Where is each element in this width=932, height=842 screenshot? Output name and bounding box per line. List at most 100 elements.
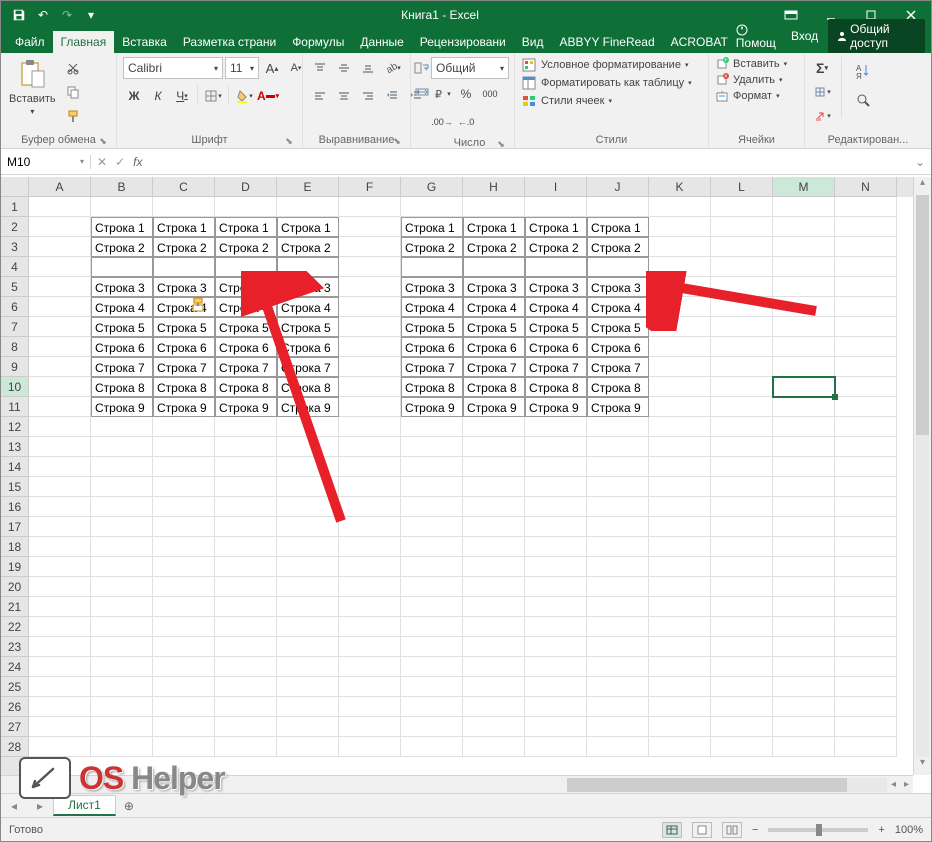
cell-M3[interactable] [773, 237, 835, 257]
cell-K19[interactable] [649, 557, 711, 577]
col-header-B[interactable]: B [91, 177, 153, 197]
cell-C12[interactable] [153, 417, 215, 437]
cell-D19[interactable] [215, 557, 277, 577]
cell-K21[interactable] [649, 597, 711, 617]
tab-formulas[interactable]: Формулы [284, 31, 352, 53]
row-header-27[interactable]: 27 [1, 717, 29, 737]
row-header-3[interactable]: 3 [1, 237, 29, 257]
cell-G20[interactable] [401, 577, 463, 597]
cell-L19[interactable] [711, 557, 773, 577]
cell-B2[interactable]: Строка 1 [91, 217, 153, 237]
cell-I17[interactable] [525, 517, 587, 537]
cell-N19[interactable] [835, 557, 897, 577]
cell-K22[interactable] [649, 617, 711, 637]
copy-icon[interactable] [62, 81, 84, 103]
clipboard-expand-icon[interactable]: ⬊ [98, 136, 108, 146]
cell-A10[interactable] [29, 377, 91, 397]
cell-F28[interactable] [339, 737, 401, 757]
cell-J14[interactable] [587, 457, 649, 477]
cell-N1[interactable] [835, 197, 897, 217]
cell-A27[interactable] [29, 717, 91, 737]
cell-L22[interactable] [711, 617, 773, 637]
cell-M12[interactable] [773, 417, 835, 437]
cell-H23[interactable] [463, 637, 525, 657]
cell-A24[interactable] [29, 657, 91, 677]
cell-K28[interactable] [649, 737, 711, 757]
cell-L20[interactable] [711, 577, 773, 597]
cell-C4[interactable] [153, 257, 215, 277]
cell-H17[interactable] [463, 517, 525, 537]
cell-G26[interactable] [401, 697, 463, 717]
cell-N21[interactable] [835, 597, 897, 617]
cell-B6[interactable]: Строка 4 [91, 297, 153, 317]
cell-J22[interactable] [587, 617, 649, 637]
cell-K25[interactable] [649, 677, 711, 697]
paste-options-icon[interactable] [191, 297, 207, 318]
cell-L11[interactable] [711, 397, 773, 417]
cell-G18[interactable] [401, 537, 463, 557]
cell-I24[interactable] [525, 657, 587, 677]
row-header-26[interactable]: 26 [1, 697, 29, 717]
cell-M20[interactable] [773, 577, 835, 597]
cell-B18[interactable] [91, 537, 153, 557]
cell-M25[interactable] [773, 677, 835, 697]
cell-K15[interactable] [649, 477, 711, 497]
cell-H25[interactable] [463, 677, 525, 697]
cell-H9[interactable]: Строка 7 [463, 357, 525, 377]
cell-G15[interactable] [401, 477, 463, 497]
cell-C28[interactable] [153, 737, 215, 757]
cell-A12[interactable] [29, 417, 91, 437]
cell-K1[interactable] [649, 197, 711, 217]
zoom-slider[interactable] [768, 828, 868, 832]
cell-J18[interactable] [587, 537, 649, 557]
cell-M15[interactable] [773, 477, 835, 497]
row-header-11[interactable]: 11 [1, 397, 29, 417]
col-header-G[interactable]: G [401, 177, 463, 197]
cell-D3[interactable]: Строка 2 [215, 237, 277, 257]
cell-C11[interactable]: Строка 9 [153, 397, 215, 417]
cell-A11[interactable] [29, 397, 91, 417]
cell-G28[interactable] [401, 737, 463, 757]
cell-M19[interactable] [773, 557, 835, 577]
cell-G6[interactable]: Строка 4 [401, 297, 463, 317]
cell-K10[interactable] [649, 377, 711, 397]
cell-N15[interactable] [835, 477, 897, 497]
cell-G1[interactable] [401, 197, 463, 217]
decrease-decimal-icon[interactable]: ←.0 [455, 111, 477, 133]
font-size-combo[interactable]: 11▾ [225, 57, 259, 79]
cell-I27[interactable] [525, 717, 587, 737]
cell-D24[interactable] [215, 657, 277, 677]
cell-J13[interactable] [587, 437, 649, 457]
zoom-in-icon[interactable]: + [878, 824, 884, 836]
cell-N3[interactable] [835, 237, 897, 257]
cell-B27[interactable] [91, 717, 153, 737]
cell-A2[interactable] [29, 217, 91, 237]
cell-E1[interactable] [277, 197, 339, 217]
cell-C5[interactable]: Строка 3 [153, 277, 215, 297]
cell-C20[interactable] [153, 577, 215, 597]
cell-F18[interactable] [339, 537, 401, 557]
cell-J7[interactable]: Строка 5 [587, 317, 649, 337]
save-icon[interactable] [9, 5, 29, 25]
cell-B28[interactable] [91, 737, 153, 757]
cell-F2[interactable] [339, 217, 401, 237]
col-header-K[interactable]: K [649, 177, 711, 197]
cell-K27[interactable] [649, 717, 711, 737]
cell-A25[interactable] [29, 677, 91, 697]
cell-N25[interactable] [835, 677, 897, 697]
cell-I12[interactable] [525, 417, 587, 437]
share-button[interactable]: Общий доступ [828, 19, 925, 53]
cell-H26[interactable] [463, 697, 525, 717]
cell-I1[interactable] [525, 197, 587, 217]
cell-H21[interactable] [463, 597, 525, 617]
fx-icon[interactable]: fx [133, 155, 142, 169]
row-header-15[interactable]: 15 [1, 477, 29, 497]
conditional-formatting-button[interactable]: Условное форматирование▾ [521, 57, 688, 73]
cell-M11[interactable] [773, 397, 835, 417]
cell-H6[interactable]: Строка 4 [463, 297, 525, 317]
cell-C27[interactable] [153, 717, 215, 737]
cell-H5[interactable]: Строка 3 [463, 277, 525, 297]
cell-C25[interactable] [153, 677, 215, 697]
cell-H8[interactable]: Строка 6 [463, 337, 525, 357]
cell-G2[interactable]: Строка 1 [401, 217, 463, 237]
